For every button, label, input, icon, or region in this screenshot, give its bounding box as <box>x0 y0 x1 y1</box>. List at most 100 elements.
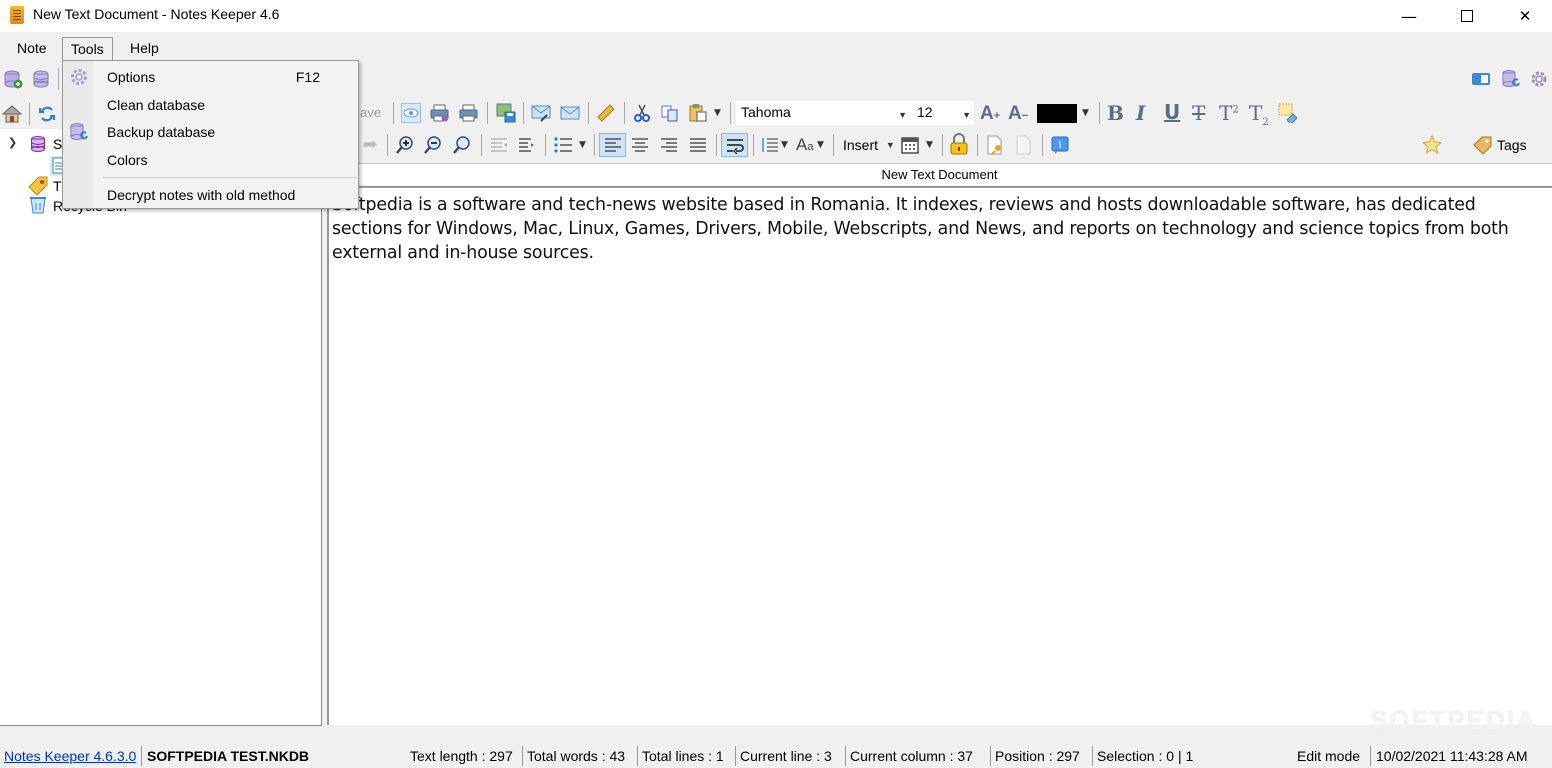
menu-item-backup-database[interactable]: Backup database <box>64 118 358 144</box>
bullet-list-icon[interactable] <box>553 135 573 155</box>
menu-tools[interactable]: Tools <box>62 37 113 61</box>
decrease-indent-icon[interactable] <box>489 135 509 155</box>
redo-icon[interactable]: ➦ <box>360 135 380 155</box>
copy-icon[interactable] <box>660 103 680 123</box>
cut-icon[interactable] <box>632 103 652 123</box>
gear-icon[interactable] <box>1529 69 1549 89</box>
font-color-swatch[interactable] <box>1037 104 1077 123</box>
menu-item-colors[interactable]: Colors <box>64 146 358 172</box>
info-icon[interactable]: i <box>1050 135 1070 155</box>
italic-icon[interactable]: I <box>1136 101 1145 125</box>
toolbar-separator <box>487 102 488 124</box>
align-right-icon[interactable] <box>659 135 679 155</box>
print-setup-icon[interactable] <box>430 103 450 123</box>
paste-icon[interactable] <box>688 103 708 123</box>
svg-text:i: i <box>1058 140 1061 151</box>
new-database-icon[interactable] <box>3 69 23 89</box>
toolbar-separator <box>753 134 754 156</box>
tree-item-database[interactable]: S <box>53 136 62 152</box>
superscript-icon[interactable]: T2 <box>1219 101 1239 125</box>
maximize-icon <box>1461 10 1473 22</box>
watermark: SOFTPEDIA <box>1370 705 1537 735</box>
menu-item-options[interactable]: Options F12 <box>64 63 358 89</box>
toggle-panel-icon[interactable] <box>1471 69 1491 89</box>
minimize-button[interactable]: — <box>1380 0 1438 32</box>
toolbar-separator <box>58 68 59 90</box>
current-column: Current column : 37 <box>850 748 973 764</box>
home-icon[interactable] <box>2 104 22 124</box>
font-color-dropdown-arrow[interactable]: ▼ <box>1082 108 1089 118</box>
calendar-dropdown-arrow[interactable]: ▼ <box>926 140 933 150</box>
email-settings-icon[interactable] <box>531 103 551 123</box>
font-name-select[interactable]: Tahoma ▼ <box>736 101 912 125</box>
zoom-reset-icon[interactable] <box>452 135 472 155</box>
database-backup-icon[interactable] <box>1501 69 1521 89</box>
menu-item-decrypt-old-method[interactable]: Decrypt notes with old method <box>64 181 358 207</box>
strikethrough-icon[interactable]: T <box>1192 101 1205 125</box>
notes-tree-panel: ❯ S New Text Document T Recycle Bin <box>0 129 322 726</box>
menu-item-clean-database[interactable]: Clean database <box>64 91 358 117</box>
shrink-font-icon[interactable]: A− <box>1008 103 1028 125</box>
zoom-in-icon[interactable] <box>395 135 415 155</box>
window-title: New Text Document - Notes Keeper 4.6 <box>33 6 280 22</box>
tags-button[interactable]: Tags <box>1472 135 1527 155</box>
bold-icon[interactable]: B <box>1107 101 1124 125</box>
align-left-icon[interactable] <box>599 133 626 157</box>
editor-area[interactable]: Softpedia is a software and tech-news we… <box>327 186 1552 725</box>
encrypt-note-icon[interactable] <box>985 135 1005 155</box>
datetime: 10/02/2021 11:43:28 AM <box>1376 748 1528 764</box>
status-separator <box>637 746 638 766</box>
ruler-icon[interactable] <box>596 103 616 123</box>
close-button[interactable]: ✕ <box>1496 0 1552 32</box>
tree-item-tags[interactable]: T <box>53 178 62 194</box>
align-center-icon[interactable] <box>630 135 650 155</box>
change-case-dropdown-arrow[interactable]: ▼ <box>817 140 824 150</box>
chevron-down-icon: ▼ <box>962 110 971 120</box>
toolbar-separator <box>523 102 524 124</box>
justify-icon[interactable] <box>688 135 708 155</box>
lock-icon[interactable] <box>949 133 969 155</box>
toolbar-separator <box>594 134 595 156</box>
insert-menu-button[interactable]: Insert ▼ <box>843 137 895 153</box>
email-icon[interactable] <box>560 103 580 123</box>
save-button[interactable]: ave <box>360 105 381 120</box>
calendar-icon[interactable] <box>900 135 920 155</box>
version-link[interactable]: Notes Keeper 4.6.3.0 <box>4 748 136 764</box>
chevron-down-icon: ▼ <box>898 110 907 120</box>
change-case-icon[interactable]: Aa <box>796 135 813 155</box>
menu-help[interactable]: Help <box>122 37 167 61</box>
line-spacing-dropdown-arrow[interactable]: ▼ <box>781 140 788 150</box>
refresh-icon[interactable] <box>37 104 57 124</box>
favorite-star-icon[interactable] <box>1422 135 1442 155</box>
zoom-out-icon[interactable] <box>423 135 443 155</box>
grow-font-icon[interactable]: A+ <box>980 103 1000 125</box>
status-separator <box>1370 746 1371 766</box>
bullet-list-dropdown-arrow[interactable]: ▼ <box>579 140 586 150</box>
toolbar-separator <box>1042 134 1043 156</box>
toolbar-separator <box>545 134 546 156</box>
subscript-icon[interactable]: T2 <box>1249 101 1269 128</box>
paste-dropdown-arrow[interactable]: ▼ <box>714 108 721 118</box>
clear-format-icon[interactable] <box>1278 103 1298 123</box>
font-size-select[interactable]: 12 ▼ <box>912 101 974 125</box>
toolbar-separator <box>624 102 625 124</box>
position: Position : 297 <box>995 748 1080 764</box>
close-icon: ✕ <box>1518 7 1532 25</box>
status-separator <box>735 746 736 766</box>
word-wrap-icon[interactable] <box>721 133 748 157</box>
open-database-icon[interactable] <box>31 69 51 89</box>
preview-icon[interactable] <box>401 103 421 123</box>
toolbar-separator <box>730 102 731 124</box>
editor-content[interactable]: Softpedia is a software and tech-news we… <box>332 193 1532 265</box>
underline-icon[interactable]: U <box>1164 100 1180 124</box>
menu-note[interactable]: Note <box>9 37 55 61</box>
app-notes-icon <box>10 6 24 24</box>
export-image-icon[interactable] <box>496 103 516 123</box>
decrypt-note-icon[interactable] <box>1014 135 1034 155</box>
line-spacing-icon[interactable] <box>760 135 780 155</box>
print-icon[interactable] <box>459 103 479 123</box>
maximize-button[interactable] <box>1438 0 1496 32</box>
expand-chevron-icon[interactable]: ❯ <box>8 136 17 149</box>
increase-indent-icon[interactable] <box>517 135 537 155</box>
status-separator <box>990 746 991 766</box>
